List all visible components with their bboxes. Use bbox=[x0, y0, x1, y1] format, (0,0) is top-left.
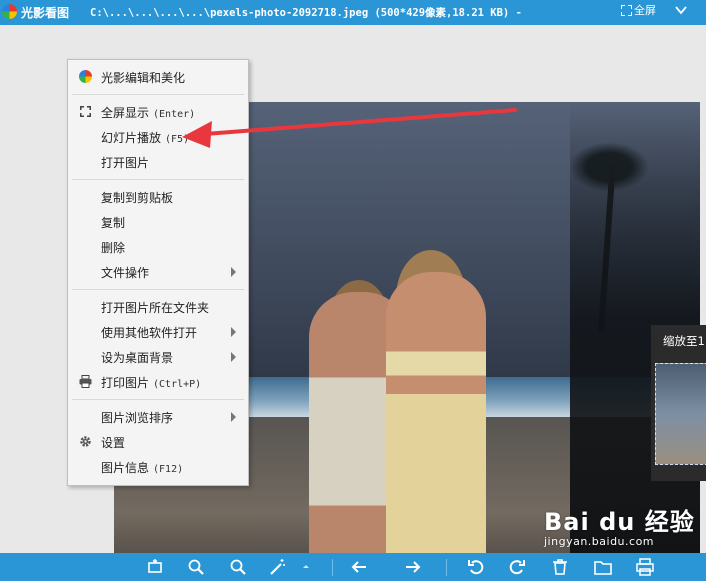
menu-divider bbox=[72, 399, 244, 400]
print-icon[interactable] bbox=[636, 558, 654, 576]
menu-item-settings[interactable]: 设置 bbox=[68, 430, 248, 454]
menu-chevron-icon[interactable] bbox=[674, 3, 688, 17]
trash-icon[interactable] bbox=[551, 558, 569, 576]
menu-label: 幻灯片播放 bbox=[101, 131, 162, 145]
menu-item-copy-to-clipboard[interactable]: 复制到剪贴板 bbox=[68, 185, 248, 209]
previous-icon[interactable] bbox=[350, 558, 368, 576]
menu-divider bbox=[72, 179, 244, 180]
menu-item-open-with[interactable]: 使用其他软件打开 bbox=[68, 320, 248, 344]
bottom-toolbar bbox=[0, 553, 706, 581]
rotate-right-icon[interactable] bbox=[508, 558, 526, 576]
menu-label: 设置 bbox=[101, 436, 126, 450]
submenu-arrow-icon bbox=[231, 327, 236, 337]
watermark-logo: Bai du 经验 bbox=[544, 508, 695, 536]
context-menu: 光影编辑和美化 全屏显示 (Enter) 幻灯片播放 (F5) 打开图片 复制到剪贴… bbox=[67, 59, 249, 486]
title-bar: 光影看图 C:\...\...\...\...\pexels-photo-209… bbox=[0, 0, 706, 25]
menu-item-fullscreen[interactable]: 全屏显示 (Enter) bbox=[68, 100, 248, 124]
submenu-arrow-icon bbox=[231, 412, 236, 422]
menu-divider bbox=[72, 289, 244, 290]
file-title: C:\...\...\...\...\pexels-photo-2092718.… bbox=[90, 7, 522, 19]
menu-label: 使用其他软件打开 bbox=[101, 326, 198, 340]
next-icon[interactable] bbox=[404, 558, 422, 576]
zoom-out-icon[interactable] bbox=[229, 558, 247, 576]
gear-icon bbox=[80, 436, 91, 447]
rotate-left-icon[interactable] bbox=[467, 558, 485, 576]
app-name: 光影看图 bbox=[21, 6, 70, 20]
fullscreen-expand-icon bbox=[80, 106, 91, 117]
menu-label: 文件操作 bbox=[101, 266, 150, 280]
menu-label: 图片信息 bbox=[101, 461, 150, 475]
menu-item-file-operations[interactable]: 文件操作 bbox=[68, 260, 248, 284]
zoom-label: 缩放至1 bbox=[663, 334, 705, 348]
menu-item-copy[interactable]: 复制 bbox=[68, 210, 248, 234]
submenu-arrow-icon bbox=[231, 267, 236, 277]
menu-shortcut: (F5) bbox=[165, 134, 190, 145]
menu-label: 打开图片所在文件夹 bbox=[101, 301, 210, 315]
menu-item-edit-beautify[interactable]: 光影编辑和美化 bbox=[68, 65, 248, 89]
thumbnail-preview[interactable] bbox=[655, 363, 706, 465]
folder-icon[interactable] bbox=[594, 558, 612, 576]
menu-label: 复制到剪贴板 bbox=[101, 191, 174, 205]
app-logo-icon bbox=[2, 4, 17, 19]
toolbar-divider bbox=[446, 559, 447, 576]
menu-item-print[interactable]: 打印图片 (Ctrl+P) bbox=[68, 370, 248, 394]
fullscreen-button[interactable]: 全屏 bbox=[621, 2, 656, 18]
printer-icon bbox=[79, 375, 92, 388]
menu-item-delete[interactable]: 删除 bbox=[68, 235, 248, 259]
menu-shortcut: (F12) bbox=[153, 464, 184, 475]
menu-item-sort[interactable]: 图片浏览排序 bbox=[68, 405, 248, 429]
menu-item-slideshow[interactable]: 幻灯片播放 (F5) bbox=[68, 125, 248, 149]
zoom-thumbnail-panel: 缩放至1 bbox=[651, 325, 706, 481]
menu-label: 全屏显示 bbox=[101, 106, 150, 120]
magic-wand-icon[interactable] bbox=[268, 558, 286, 576]
baidu-watermark: Bai du 经验 jingyan.baidu.com bbox=[544, 502, 695, 548]
menu-shortcut: (Enter) bbox=[153, 109, 196, 120]
menu-label: 删除 bbox=[101, 241, 126, 255]
actual-size-icon[interactable] bbox=[146, 558, 164, 576]
menu-label: 设为桌面背景 bbox=[101, 351, 174, 365]
menu-label: 光影编辑和美化 bbox=[101, 71, 186, 85]
toolbar-divider bbox=[332, 559, 333, 576]
submenu-arrow-icon bbox=[231, 352, 236, 362]
menu-label: 图片浏览排序 bbox=[101, 411, 174, 425]
edit-beautify-icon bbox=[79, 70, 92, 83]
menu-item-set-wallpaper[interactable]: 设为桌面背景 bbox=[68, 345, 248, 369]
zoom-in-icon[interactable] bbox=[187, 558, 205, 576]
menu-divider bbox=[72, 94, 244, 95]
menu-item-open-image[interactable]: 打开图片 bbox=[68, 150, 248, 174]
photo-person-right bbox=[386, 272, 486, 576]
menu-item-image-info[interactable]: 图片信息 (F12) bbox=[68, 455, 248, 479]
menu-label: 打开图片 bbox=[101, 156, 150, 170]
menu-item-open-folder[interactable]: 打开图片所在文件夹 bbox=[68, 295, 248, 319]
menu-label: 复制 bbox=[101, 216, 126, 230]
fullscreen-label: 全屏 bbox=[634, 4, 656, 17]
menu-label: 打印图片 bbox=[101, 376, 150, 390]
fullscreen-icon bbox=[621, 4, 632, 16]
menu-shortcut: (Ctrl+P) bbox=[153, 379, 202, 390]
dropdown-arrow-icon[interactable] bbox=[301, 558, 311, 576]
